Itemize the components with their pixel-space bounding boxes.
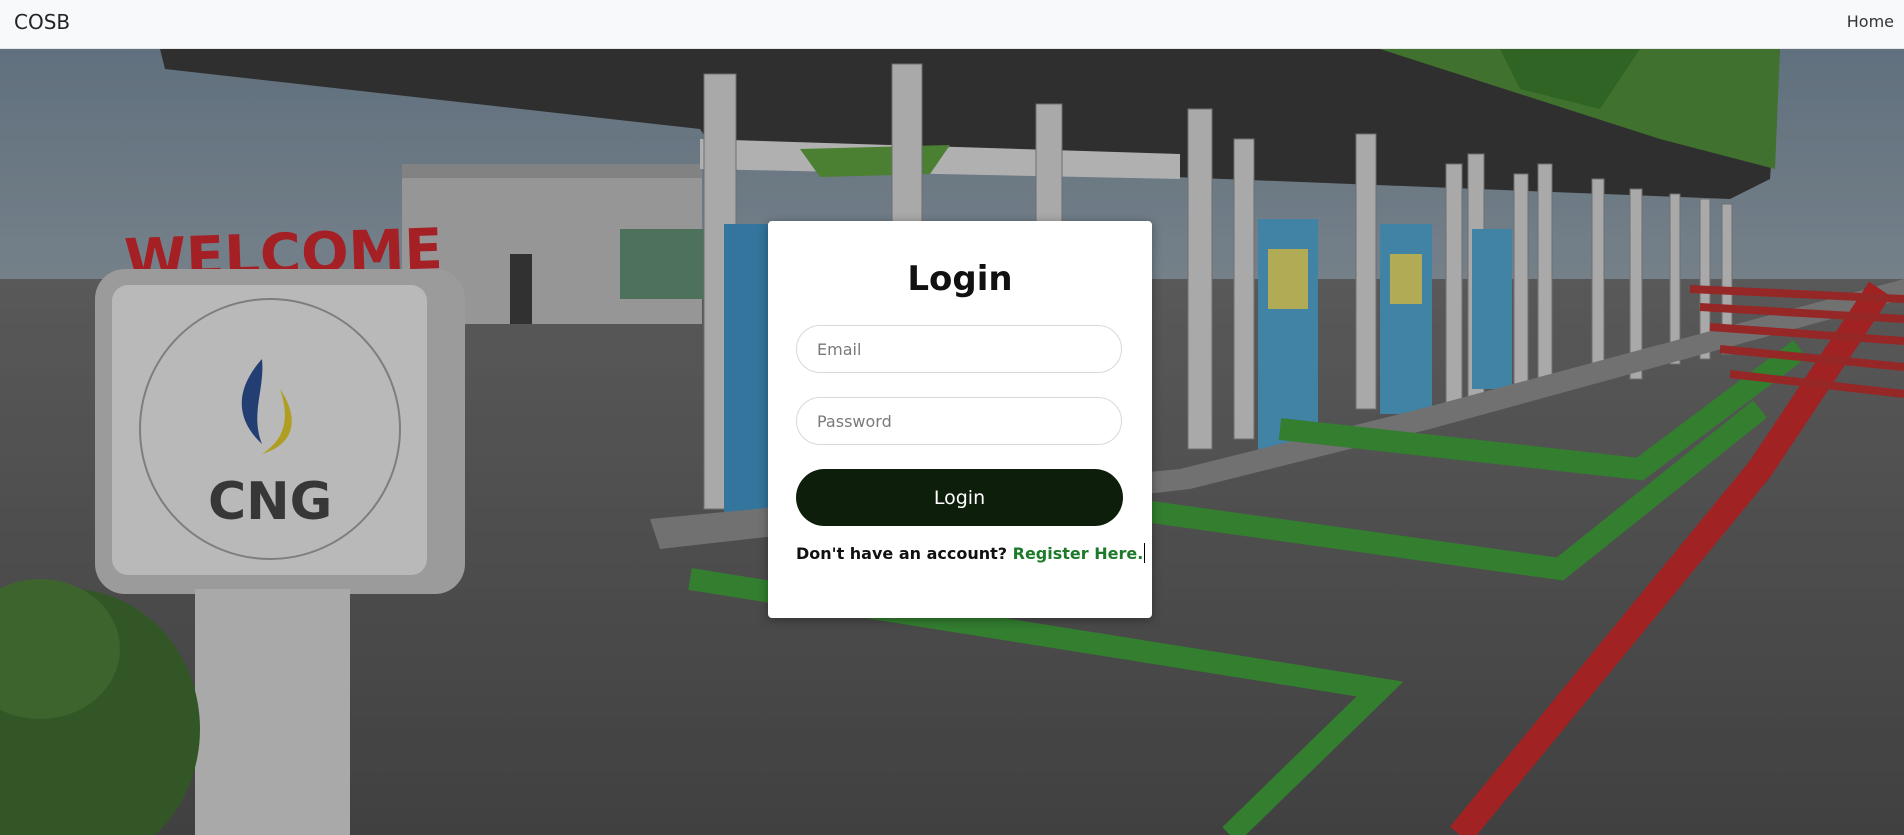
register-link[interactable]: Register Here.: [1013, 544, 1144, 563]
brand-link[interactable]: COSB: [14, 10, 70, 34]
email-input[interactable]: [796, 325, 1122, 373]
top-navbar: COSB Home: [0, 0, 1904, 49]
login-card: Login Login Don't have an account? Regis…: [768, 221, 1152, 618]
nav-home-link[interactable]: Home: [1847, 12, 1894, 31]
register-prompt-text: Don't have an account?: [796, 544, 1008, 563]
register-prompt: Don't have an account? Register Here.: [796, 543, 1146, 563]
login-title: Login: [907, 259, 1013, 299]
login-button[interactable]: Login: [796, 469, 1123, 526]
password-input[interactable]: [796, 397, 1122, 445]
text-cursor: [1144, 543, 1146, 563]
